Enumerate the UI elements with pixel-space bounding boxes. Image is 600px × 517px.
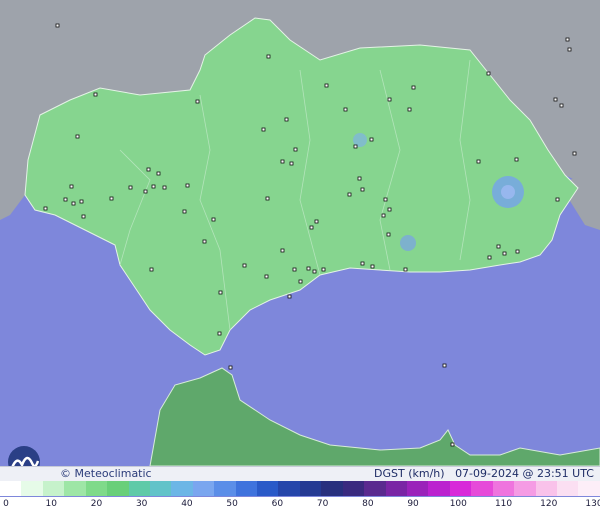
color-scale-segment [214, 481, 236, 496]
color-scale-segment [449, 481, 472, 496]
parameter-label: DGST (km/h) [374, 467, 445, 480]
color-scale-segment [21, 481, 43, 496]
color-scale-tick-label: 70 [316, 499, 329, 509]
color-scale-tick-label: 80 [362, 499, 374, 509]
color-scale-segment [107, 481, 129, 496]
color-scale-segment [364, 481, 386, 496]
color-scale-segment [171, 481, 193, 496]
color-scale-tick-label: 0 [3, 499, 9, 509]
color-scale-segment [321, 481, 343, 496]
color-scale-segment [428, 481, 450, 496]
brand-label: © Meteoclimatic [60, 467, 152, 480]
color-scale-tick-label: 90 [407, 499, 419, 509]
gust-spot-east-core [501, 185, 515, 199]
datetime-label: 07-09-2024 @ 23:51 UTC [455, 467, 594, 480]
color-scale-tick-label: 60 [271, 499, 284, 509]
color-scale-segment [128, 481, 150, 496]
color-scale-tick-label: 10 [45, 499, 57, 509]
map-caption: DGST (km/h) 07-09-2024 @ 23:51 UTC [374, 467, 594, 480]
color-scale-segment [407, 481, 429, 496]
color-scale-tick-label: 110 [494, 499, 513, 509]
color-scale-ticks: 0 10 20 30 40 50 60 70 80 90 100 110 120 130 [0, 497, 600, 517]
color-scale-segment [42, 481, 65, 496]
color-scale-segment [535, 481, 557, 496]
color-scale-segment [299, 481, 322, 496]
color-scale-tick-label: 100 [449, 499, 467, 509]
color-scale-segment [492, 481, 515, 496]
color-scale-segment [556, 481, 579, 496]
color-scale-tick-label: 20 [90, 499, 103, 509]
color-scale-segment [64, 481, 86, 496]
color-scale-segment [257, 481, 279, 496]
color-scale-segment [578, 481, 600, 496]
color-scale-tick-label: 50 [226, 499, 238, 509]
color-scale-segment [0, 481, 22, 496]
color-scale-segment [85, 481, 108, 496]
color-scale-segment [471, 481, 493, 496]
color-scale-segment [192, 481, 215, 496]
color-scale-tick-label: 30 [135, 499, 148, 509]
color-scale-bar [0, 481, 600, 496]
gust-map [0, 0, 600, 478]
color-scale-segment [149, 481, 172, 496]
color-scale-tick-label: 120 [540, 499, 558, 509]
color-scale-segment [235, 481, 258, 496]
color-scale-segment [514, 481, 536, 496]
color-scale-segment [278, 481, 300, 496]
color-scale-segment [342, 481, 365, 496]
color-scale-segment [385, 481, 408, 496]
gust-spot-south [400, 235, 416, 251]
color-scale-tick-label: 130 [585, 499, 600, 509]
color-scale-tick-label: 40 [181, 499, 193, 509]
